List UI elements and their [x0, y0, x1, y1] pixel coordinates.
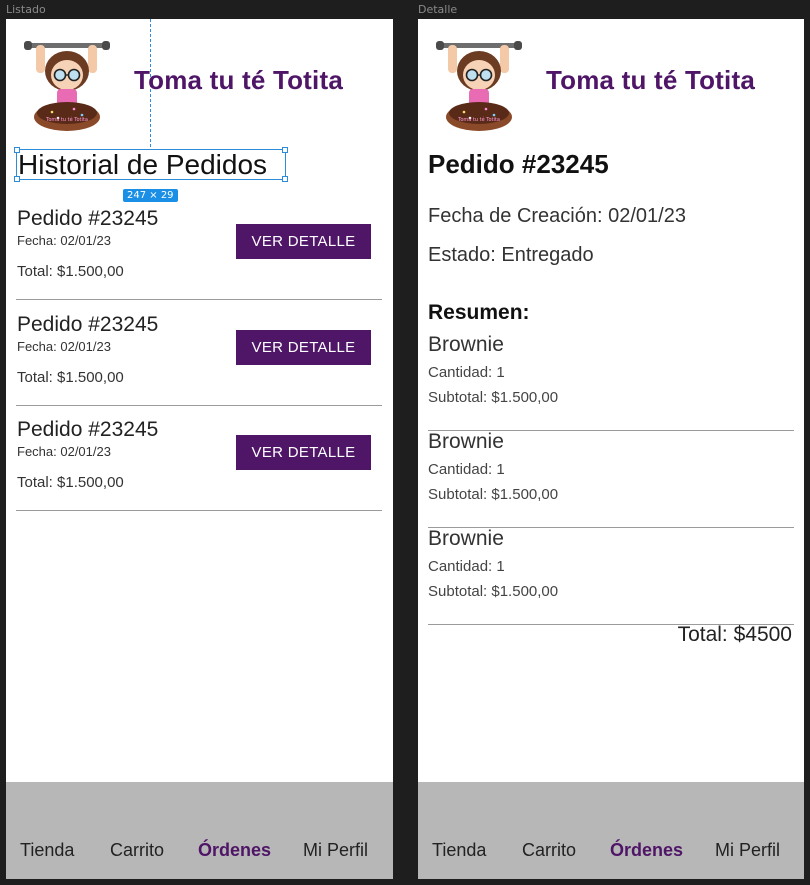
brand-name: Toma tu té Totita: [546, 65, 755, 95]
item-quantity: Cantidad: 1: [428, 558, 505, 575]
summary-item: Brownie Cantidad: 1 Subtotal: $1.500,00: [428, 527, 794, 625]
mascot-caption: Toma tu té Totita: [457, 116, 500, 123]
selection-box: [14, 147, 288, 182]
item-quantity: Cantidad: 1: [428, 364, 505, 381]
detalle-screen: Toma tu té Totita Toma tu té Totita Pedi…: [418, 19, 804, 879]
brand-name: Toma tu té Totita: [134, 65, 343, 95]
view-detail-button[interactable]: VER DETALLE: [236, 435, 371, 470]
nav-tienda[interactable]: Tienda: [20, 840, 74, 861]
bottom-nav: Tienda Carrito Órdenes Mi Perfil: [418, 782, 804, 879]
creation-date: Fecha de Creación: 02/01/23: [428, 205, 686, 227]
mascot-caption: Toma tu té Totita: [45, 116, 88, 123]
nav-tienda[interactable]: Tienda: [432, 840, 486, 861]
order-card: Pedido #23245 Fecha: 02/01/23 Total: $1.…: [16, 313, 382, 406]
order-date: Fecha: 02/01/23: [17, 233, 111, 248]
order-total: Total: $1.500,00: [17, 474, 124, 491]
nav-ordenes[interactable]: Órdenes: [610, 840, 683, 861]
item-subtotal: Subtotal: $1.500,00: [428, 583, 559, 600]
summary-item: Brownie Cantidad: 1 Subtotal: $1.500,00: [428, 333, 794, 431]
size-badge: 247 × 29: [123, 189, 178, 202]
item-name: Brownie: [428, 333, 504, 356]
nav-mi-perfil[interactable]: Mi Perfil: [303, 840, 368, 861]
resize-handle[interactable]: [14, 147, 20, 153]
view-detail-button[interactable]: VER DETALLE: [236, 330, 371, 365]
order-total: Total: $1.500,00: [17, 369, 124, 386]
resize-handle[interactable]: [282, 176, 288, 182]
order-status: Estado: Entregado: [428, 244, 594, 266]
order-total: Total: $1.500,00: [17, 263, 124, 280]
mascot-logo: Toma tu té Totita: [24, 40, 110, 131]
item-name: Brownie: [428, 527, 504, 550]
app-header: Toma tu té Totita Toma tu té Totita: [418, 19, 804, 139]
nav-carrito[interactable]: Carrito: [110, 840, 164, 861]
item-subtotal: Subtotal: $1.500,00: [428, 389, 559, 406]
order-date: Fecha: 02/01/23: [17, 444, 111, 459]
order-date: Fecha: 02/01/23: [17, 339, 111, 354]
frame-label-listado: Listado: [6, 3, 46, 16]
item-name: Brownie: [428, 430, 504, 453]
view-detail-button[interactable]: VER DETALLE: [236, 224, 371, 259]
grand-total: Total: $4500: [677, 623, 792, 646]
order-title: Pedido #23245: [17, 313, 159, 336]
frame-label-detalle: Detalle: [418, 3, 458, 16]
nav-ordenes[interactable]: Órdenes: [198, 840, 271, 861]
nav-carrito[interactable]: Carrito: [522, 840, 576, 861]
bottom-nav: Tienda Carrito Órdenes Mi Perfil: [6, 782, 393, 879]
order-card: Pedido #23245 Fecha: 02/01/23 Total: $1.…: [16, 418, 382, 511]
summary-heading: Resumen:: [428, 301, 530, 324]
item-subtotal: Subtotal: $1.500,00: [428, 486, 559, 503]
order-card: Pedido #23245 Fecha: 02/01/23 Total: $1.…: [16, 207, 382, 300]
summary-item: Brownie Cantidad: 1 Subtotal: $1.500,00: [428, 430, 794, 528]
nav-mi-perfil[interactable]: Mi Perfil: [715, 840, 780, 861]
mascot-logo: Toma tu té Totita: [436, 40, 522, 131]
item-quantity: Cantidad: 1: [428, 461, 505, 478]
listado-screen: Toma tu té Totita Toma tu té Totita Hist…: [6, 19, 393, 879]
order-title: Pedido #23245: [17, 207, 159, 230]
resize-handle[interactable]: [14, 176, 20, 182]
resize-handle[interactable]: [282, 147, 288, 153]
order-title: Pedido #23245: [17, 418, 159, 441]
order-title: Pedido #23245: [428, 149, 609, 179]
app-header: Toma tu té Totita Toma tu té Totita: [6, 19, 393, 139]
